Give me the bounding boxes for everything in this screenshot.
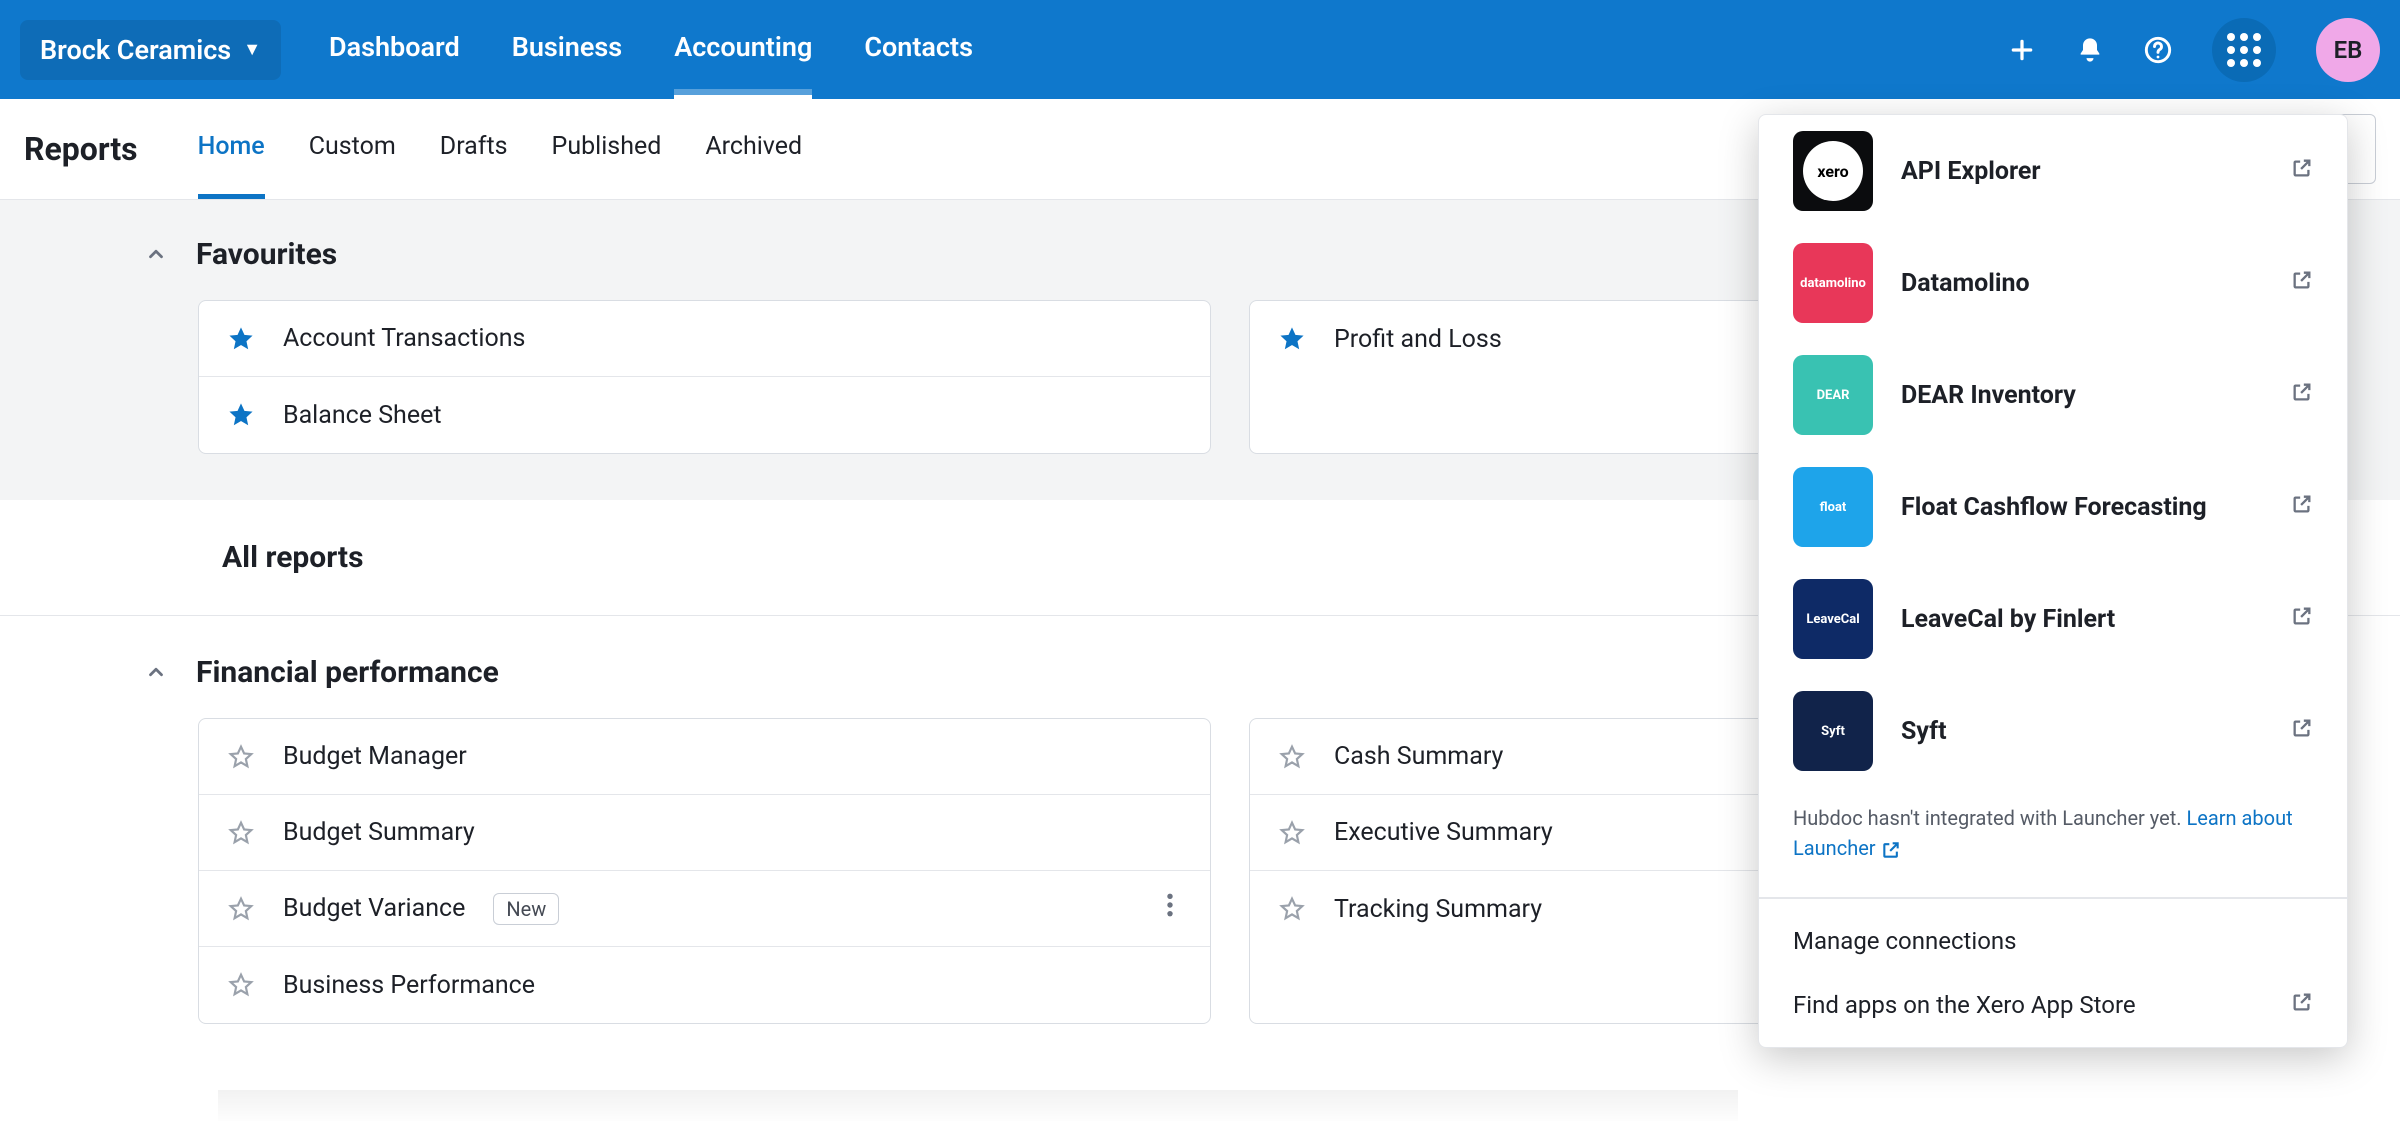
tab-home[interactable]: Home [198, 99, 265, 199]
favourites-heading: Favourites [196, 237, 337, 272]
app-label: LeaveCal by Finlert [1901, 605, 2115, 634]
star-icon[interactable] [227, 325, 255, 353]
app-icon: Syft [1793, 691, 1873, 771]
report-row[interactable]: Budget Variance New [199, 871, 1210, 947]
external-link-icon [2291, 991, 2313, 1019]
app-item[interactable]: Syft Syft [1759, 675, 2347, 787]
financial-card-left: Budget Manager Budget Summary Budget Var… [198, 718, 1211, 1024]
footer-label: Find apps on the Xero App Store [1793, 991, 2136, 1019]
report-tabs: Home Custom Drafts Published Archived [198, 99, 803, 199]
report-row[interactable]: Balance Sheet [199, 377, 1210, 453]
app-icon: float [1793, 467, 1873, 547]
star-icon[interactable] [227, 743, 255, 771]
collapse-financial-button[interactable] [138, 654, 174, 690]
star-icon[interactable] [1278, 895, 1306, 923]
external-link-icon [2291, 493, 2313, 522]
report-label: Budget Variance [283, 894, 465, 923]
star-icon[interactable] [1278, 325, 1306, 353]
apps-note: Hubdoc hasn't integrated with Launcher y… [1759, 787, 2347, 887]
report-label: Cash Summary [1334, 742, 1503, 771]
collapse-favourites-button[interactable] [138, 236, 174, 272]
top-nav: Brock Ceramics ▼ Dashboard Business Accoun… [0, 0, 2400, 99]
apps-grid-icon [2227, 33, 2261, 67]
footer-label: Manage connections [1793, 927, 2017, 955]
external-link-icon [2291, 605, 2313, 634]
report-row[interactable]: Budget Manager [199, 719, 1210, 795]
star-icon[interactable] [227, 819, 255, 847]
star-icon[interactable] [1278, 819, 1306, 847]
app-item[interactable]: datamolino Datamolino [1759, 227, 2347, 339]
report-row[interactable]: Business Performance [199, 947, 1210, 1023]
star-icon[interactable] [1278, 743, 1306, 771]
avatar[interactable]: EB [2316, 18, 2380, 82]
report-label: Budget Summary [283, 818, 475, 847]
report-label: Business Performance [283, 971, 535, 1000]
more-icon[interactable] [1158, 884, 1182, 933]
app-item[interactable]: xero API Explorer [1759, 115, 2347, 227]
report-label: Executive Summary [1334, 818, 1553, 847]
app-item[interactable]: LeaveCal LeaveCal by Finlert [1759, 563, 2347, 675]
new-badge: New [493, 893, 559, 925]
app-label: Syft [1901, 717, 1947, 746]
report-row[interactable]: Budget Summary [199, 795, 1210, 871]
page-title: Reports [24, 130, 138, 168]
caret-down-icon: ▼ [243, 39, 261, 60]
nav-contacts[interactable]: Contacts [864, 0, 973, 101]
nav-dashboard[interactable]: Dashboard [329, 0, 460, 101]
tab-archived[interactable]: Archived [705, 99, 802, 199]
report-row[interactable]: Account Transactions [199, 301, 1210, 377]
app-label: DEAR Inventory [1901, 381, 2076, 410]
tab-custom[interactable]: Custom [309, 99, 396, 199]
app-icon: LeaveCal [1793, 579, 1873, 659]
bell-icon[interactable] [2076, 36, 2104, 64]
org-switcher[interactable]: Brock Ceramics ▼ [20, 20, 281, 80]
app-icon: DEAR [1793, 355, 1873, 435]
report-label: Balance Sheet [283, 401, 442, 430]
financial-heading: Financial performance [196, 655, 499, 690]
divider [1759, 897, 2347, 899]
report-label: Tracking Summary [1334, 895, 1542, 924]
favourites-card-left: Account Transactions Balance Sheet [198, 300, 1211, 454]
apps-launcher-button[interactable] [2212, 18, 2276, 82]
app-item[interactable]: float Float Cashflow Forecasting [1759, 451, 2347, 563]
tab-drafts[interactable]: Drafts [440, 99, 508, 199]
report-label: Account Transactions [283, 324, 525, 353]
app-icon: datamolino [1793, 243, 1873, 323]
nav-right: EB [2008, 18, 2380, 82]
tab-published[interactable]: Published [552, 99, 662, 199]
apps-launcher-panel: xero API Explorer datamolino Datamolino … [1758, 114, 2348, 1048]
star-icon[interactable] [227, 971, 255, 999]
app-label: Float Cashflow Forecasting [1901, 493, 2207, 522]
avatar-initials: EB [2334, 36, 2363, 64]
nav-business[interactable]: Business [512, 0, 622, 101]
apps-footer-item[interactable]: Manage connections [1759, 909, 2347, 973]
decorative-shadow [218, 1090, 1738, 1121]
nav-accounting[interactable]: Accounting [674, 0, 812, 101]
external-link-icon [2291, 717, 2313, 746]
external-link-icon [2291, 157, 2313, 186]
app-label: API Explorer [1901, 157, 2041, 186]
app-item[interactable]: DEAR DEAR Inventory [1759, 339, 2347, 451]
help-icon[interactable] [2144, 36, 2172, 64]
app-label: Datamolino [1901, 269, 2030, 298]
star-icon[interactable] [227, 895, 255, 923]
report-label: Budget Manager [283, 742, 467, 771]
star-icon[interactable] [227, 401, 255, 429]
nav-links: Dashboard Business Accounting Contacts [329, 0, 973, 101]
report-label: Profit and Loss [1334, 325, 1502, 354]
apps-note-text: Hubdoc hasn't integrated with Launcher y… [1793, 806, 2187, 830]
external-link-icon [2291, 381, 2313, 410]
external-link-icon [2291, 269, 2313, 298]
apps-footer-item[interactable]: Find apps on the Xero App Store [1759, 973, 2347, 1037]
plus-icon[interactable] [2008, 36, 2036, 64]
org-name: Brock Ceramics [40, 34, 231, 66]
app-icon: xero [1793, 131, 1873, 211]
